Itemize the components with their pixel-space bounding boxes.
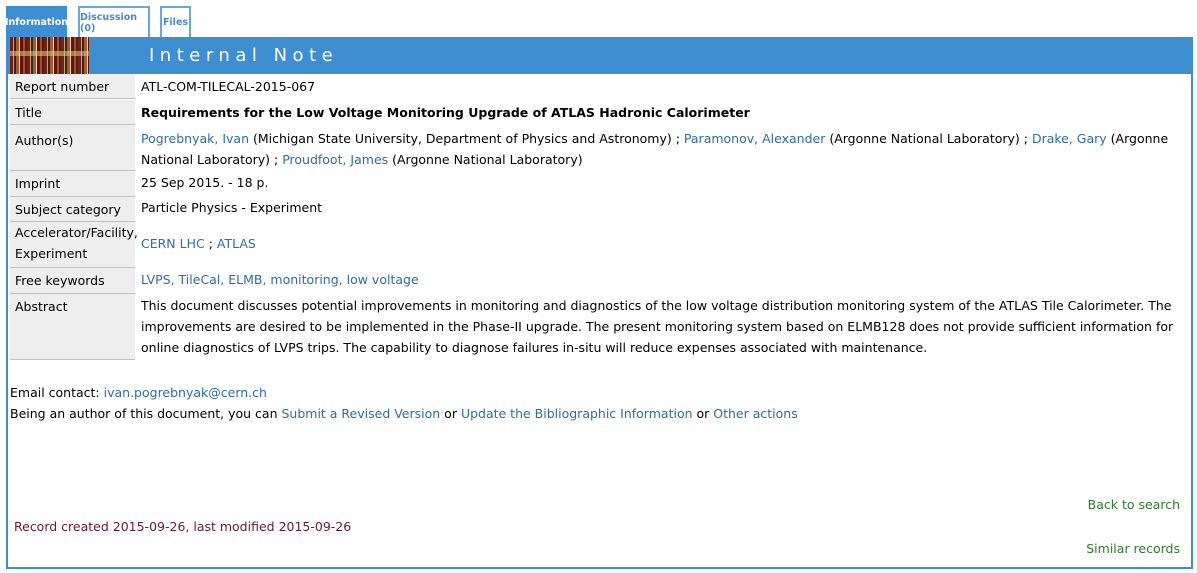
keywords-value: LVPS, TileCal, ELMB, monitoring, low vol… bbox=[141, 268, 1186, 293]
field-label: Author(s) bbox=[10, 125, 135, 171]
email-link[interactable]: ivan.pogrebnyak@cern.ch bbox=[104, 385, 267, 400]
field-row-subject: Subject category Particle Physics - Expe… bbox=[8, 197, 1191, 222]
field-label: Report number bbox=[10, 74, 135, 99]
author-affiliation: (Michigan State University, Department o… bbox=[249, 131, 684, 146]
field-label: Title bbox=[10, 100, 135, 125]
separator: ; bbox=[204, 236, 217, 251]
author-affiliation: (Argonne National Laboratory) ; bbox=[825, 131, 1032, 146]
contact-section: Email contact: ivan.pogrebnyak@cern.ch B… bbox=[10, 382, 798, 424]
field-row-title: Title Requirements for the Low Voltage M… bbox=[8, 100, 1191, 125]
field-label: Subject category bbox=[10, 197, 135, 222]
author-actions-text: Being an author of this document, you ca… bbox=[10, 406, 282, 421]
tab-files[interactable]: Files bbox=[160, 6, 191, 37]
collection-title: Internal Note bbox=[149, 45, 339, 66]
field-row-accelerator: Accelerator/Facility, Experiment CERN LH… bbox=[8, 222, 1191, 268]
field-row-imprint: Imprint 25 Sep 2015. - 18 p. bbox=[8, 171, 1191, 197]
email-line: Email contact: ivan.pogrebnyak@cern.ch bbox=[10, 382, 798, 403]
imprint-value: 25 Sep 2015. - 18 p. bbox=[141, 175, 269, 190]
authors-value: Pogrebnyak, Ivan (Michigan State Univers… bbox=[141, 125, 1186, 173]
subject-category-value: Particle Physics - Experiment bbox=[141, 200, 323, 215]
record-banner: Internal Note bbox=[8, 37, 1193, 74]
books-logo-image bbox=[10, 37, 89, 74]
author-link[interactable]: Drake, Gary bbox=[1032, 131, 1107, 146]
author-affiliation: (Argonne National Laboratory) bbox=[388, 152, 583, 167]
field-label: Accelerator/Facility, Experiment bbox=[10, 222, 138, 268]
field-row-authors: Author(s) Pogrebnyak, Ivan (Michigan Sta… bbox=[8, 125, 1191, 171]
other-actions-link[interactable]: Other actions bbox=[713, 406, 797, 421]
email-label: Email contact: bbox=[10, 385, 104, 400]
author-link[interactable]: Proudfoot, James bbox=[282, 152, 388, 167]
record-panel: Internal Note Report number ATL-COM-TILE… bbox=[6, 37, 1193, 569]
keywords-link[interactable]: LVPS, TileCal, ELMB, monitoring, low vol… bbox=[141, 272, 419, 287]
title-value: Requirements for the Low Voltage Monitor… bbox=[141, 105, 750, 120]
abstract-value: This document discusses potential improv… bbox=[141, 298, 1174, 355]
field-label: Abstract bbox=[10, 294, 135, 360]
or-text: or bbox=[692, 406, 714, 421]
or-text: or bbox=[440, 406, 461, 421]
author-link[interactable]: Pogrebnyak, Ivan bbox=[141, 131, 249, 146]
tab-information[interactable]: Information bbox=[5, 6, 68, 37]
back-to-search-link[interactable]: Back to search bbox=[1088, 497, 1180, 512]
record-created-text: Record created 2015-09-26, last modified… bbox=[14, 519, 352, 534]
tab-discussion[interactable]: Discussion (0) bbox=[78, 6, 150, 37]
report-number-value: ATL-COM-TILECAL-2015-067 bbox=[141, 79, 316, 94]
submit-revised-link[interactable]: Submit a Revised Version bbox=[281, 406, 440, 421]
update-biblio-link[interactable]: Update the Bibliographic Information bbox=[461, 406, 693, 421]
field-row-report-number: Report number ATL-COM-TILECAL-2015-067 bbox=[8, 74, 1191, 100]
author-actions-line: Being an author of this document, you ca… bbox=[10, 403, 798, 424]
accelerator-link[interactable]: CERN LHC bbox=[141, 236, 205, 251]
author-link[interactable]: Paramonov, Alexander bbox=[684, 131, 825, 146]
experiment-link[interactable]: ATLAS bbox=[217, 236, 256, 251]
field-row-abstract: Abstract This document discusses potenti… bbox=[8, 294, 1191, 362]
similar-records-link[interactable]: Similar records bbox=[1086, 541, 1180, 556]
field-label: Imprint bbox=[10, 171, 135, 197]
field-label: Free keywords bbox=[10, 268, 135, 294]
accelerator-value: CERN LHC ; ATLAS bbox=[141, 222, 1186, 257]
field-row-keywords: Free keywords LVPS, TileCal, ELMB, monit… bbox=[8, 268, 1191, 294]
